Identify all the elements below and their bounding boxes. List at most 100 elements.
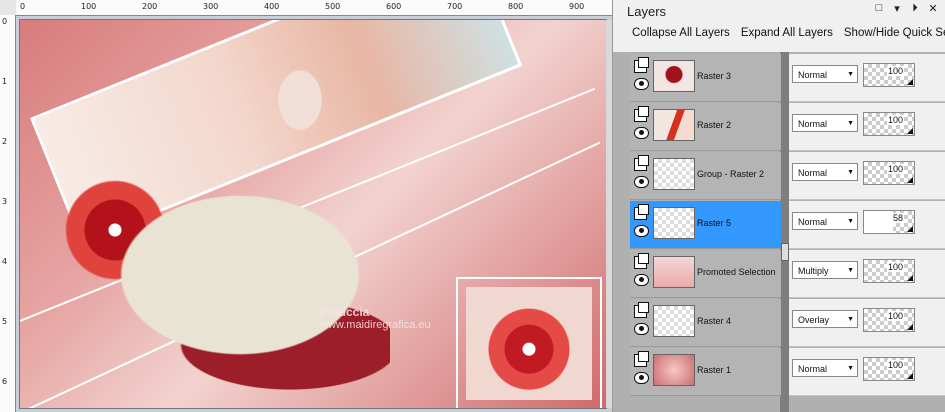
close-icon[interactable]: ✕ — [926, 2, 940, 15]
ruler-tick-label: 6 — [2, 377, 8, 386]
layer-row[interactable]: Raster 1 — [630, 348, 781, 396]
blend-mode-dropdown[interactable]: Normal ▼ — [792, 212, 858, 230]
blend-mode-dropdown[interactable]: Overlay ▼ — [792, 310, 858, 328]
layer-type-icon[interactable] — [634, 57, 649, 73]
blend-mode-dropdown[interactable]: Normal ▼ — [792, 163, 858, 181]
layer-name[interactable]: Raster 3 — [697, 71, 731, 81]
opacity-value: 58 — [891, 213, 904, 223]
layer-thumbnail[interactable] — [653, 354, 695, 386]
canvas-area[interactable]: 0 100 200 300 400 500 600 700 800 900 0 1 2 3 4 5 6 Pin… — [0, 0, 612, 412]
layer-properties-row: Normal ▼ 100 — [789, 348, 945, 396]
layer-row[interactable]: Raster 3 — [630, 54, 781, 102]
eye-visibility-icon[interactable] — [634, 127, 649, 139]
layer-thumbnail[interactable] — [653, 60, 695, 92]
layer-properties-row: Overlay ▼ 100 — [789, 299, 945, 347]
blend-mode-value: Multiply — [798, 266, 829, 276]
ruler-tick-label: 800 — [508, 2, 524, 11]
blend-mode-value: Normal — [798, 168, 828, 178]
flower-inset — [466, 287, 592, 400]
eye-visibility-icon[interactable] — [634, 274, 649, 286]
quick-search-toggle-button[interactable]: Show/Hide Quick Sea — [844, 27, 945, 39]
opacity-value: 100 — [886, 115, 904, 125]
layer-row[interactable]: Group - Raster 2 — [630, 152, 781, 200]
layer-row[interactable]: Raster 2 — [630, 103, 781, 151]
layer-name[interactable]: Raster 1 — [697, 365, 731, 375]
dropdown-arrow-icon: ▼ — [847, 365, 854, 372]
layer-type-icon[interactable] — [634, 204, 649, 220]
layer-type-icon[interactable] — [634, 253, 649, 269]
layer-row[interactable]: Raster 4 — [630, 299, 781, 347]
opacity-slider[interactable]: 100 — [863, 259, 915, 283]
layer-type-icon[interactable] — [634, 302, 649, 318]
eye-visibility-icon[interactable] — [634, 372, 649, 384]
expand-all-layers-button[interactable]: Expand All Layers — [741, 27, 833, 39]
layer-thumbnail[interactable] — [653, 305, 695, 337]
eye-visibility-icon[interactable] — [634, 176, 649, 188]
layer-type-icon[interactable] — [634, 351, 649, 367]
layer-name[interactable]: Raster 4 — [697, 316, 731, 326]
layer-thumbnail[interactable] — [653, 256, 695, 288]
layer-icons — [634, 106, 649, 139]
image-canvas[interactable]: Pinuccia www.maidiregrafica.eu — [20, 20, 606, 408]
dropdown-arrow-icon: ▼ — [847, 267, 854, 274]
opacity-slider[interactable]: 100 — [863, 112, 915, 136]
layer-name[interactable]: Raster 5 — [697, 218, 731, 228]
ruler-tick-label: 900 — [569, 2, 585, 11]
layer-name[interactable]: Promoted Selection — [697, 267, 776, 277]
panel-splitter[interactable] — [780, 52, 789, 412]
ruler-tick-label: 300 — [203, 2, 219, 11]
blend-mode-dropdown[interactable]: Normal ▼ — [792, 359, 858, 377]
layer-icons — [634, 204, 649, 237]
ruler-tick-label: 100 — [81, 2, 97, 11]
layer-type-icon[interactable] — [634, 106, 649, 122]
restore-icon[interactable]: □ — [872, 2, 886, 15]
opacity-corner-icon — [907, 226, 913, 232]
layer-properties-row: Normal ▼ 58 — [789, 201, 945, 249]
dropdown-arrow-icon: ▼ — [847, 71, 854, 78]
framed-flower-image — [456, 277, 602, 408]
ruler-tick-label: 3 — [2, 197, 8, 206]
watermark: Pinuccia www.maidiregrafica.eu — [320, 305, 431, 331]
opacity-value: 100 — [886, 311, 904, 321]
dropdown-arrow-icon: ▼ — [847, 218, 854, 225]
layer-type-icon[interactable] — [634, 155, 649, 171]
title-icons: □ ▾ ⏵ ✕ — [872, 2, 940, 15]
layer-row[interactable]: Raster 5 — [630, 201, 781, 249]
opacity-slider[interactable]: 58 — [863, 210, 915, 234]
collapse-all-layers-button[interactable]: Collapse All Layers — [632, 27, 730, 39]
layer-name[interactable]: Raster 2 — [697, 120, 731, 130]
layer-icons — [634, 57, 649, 90]
blend-mode-value: Normal — [798, 364, 828, 374]
ruler-tick-label: 400 — [264, 2, 280, 11]
ruler-top[interactable]: 0 100 200 300 400 500 600 700 800 900 — [16, 0, 612, 16]
pin-icon[interactable]: ⏵ — [908, 2, 922, 15]
opacity-corner-icon — [907, 128, 913, 134]
opacity-slider[interactable]: 100 — [863, 161, 915, 185]
layers-panel: Layers □ ▾ ⏵ ✕ Collapse All Layers Expan… — [612, 0, 945, 412]
blend-mode-dropdown[interactable]: Normal ▼ — [792, 65, 858, 83]
woman-figure-image — [90, 45, 390, 395]
blend-mode-dropdown[interactable]: Normal ▼ — [792, 114, 858, 132]
opacity-slider[interactable]: 100 — [863, 357, 915, 381]
opacity-fill — [864, 211, 893, 233]
opacity-corner-icon — [907, 79, 913, 85]
layer-thumbnail[interactable] — [653, 207, 695, 239]
layer-thumbnail[interactable] — [653, 158, 695, 190]
layer-name[interactable]: Group - Raster 2 — [697, 169, 764, 179]
blend-mode-dropdown[interactable]: Multiply ▼ — [792, 261, 858, 279]
layer-thumbnail[interactable] — [653, 109, 695, 141]
eye-visibility-icon[interactable] — [634, 323, 649, 335]
eye-visibility-icon[interactable] — [634, 78, 649, 90]
opacity-value: 100 — [886, 164, 904, 174]
watermark-url: www.maidiregrafica.eu — [320, 319, 431, 331]
opacity-corner-icon — [907, 177, 913, 183]
menu-arrow-icon[interactable]: ▾ — [890, 2, 904, 15]
eye-visibility-icon[interactable] — [634, 225, 649, 237]
opacity-slider[interactable]: 100 — [863, 308, 915, 332]
splitter-grip[interactable] — [781, 243, 789, 261]
ruler-tick-label: 4 — [2, 257, 8, 266]
opacity-slider[interactable]: 100 — [863, 63, 915, 87]
ruler-left[interactable]: 0 1 2 3 4 5 6 — [0, 15, 16, 412]
panel-title-bar[interactable]: Layers □ ▾ ⏵ ✕ — [613, 0, 945, 22]
layer-row[interactable]: Promoted Selection — [630, 250, 781, 298]
